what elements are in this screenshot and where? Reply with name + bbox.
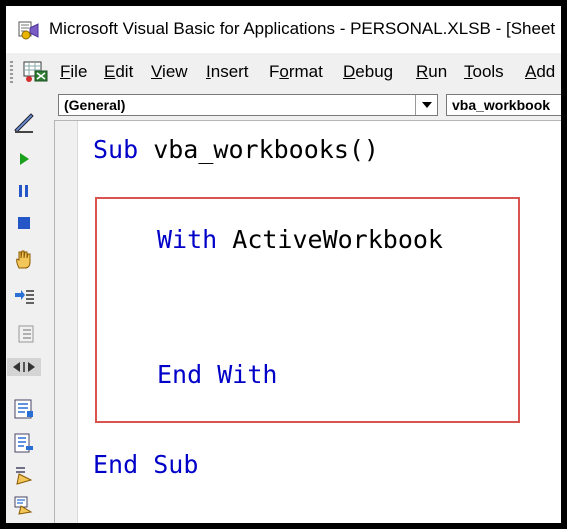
object-dropdown[interactable]: (General) (58, 94, 438, 116)
excel-vba-app-icon (18, 21, 39, 40)
keyword-sub: Sub (93, 135, 139, 164)
procedure-dropdown[interactable]: vba_workbook (446, 94, 561, 116)
code-line-with[interactable]: With ActiveWorkbook (157, 225, 443, 254)
keyword-with: With (217, 360, 278, 389)
menu-addins[interactable]: Add (525, 62, 555, 82)
code-line-end-sub[interactable]: End Sub (93, 450, 198, 479)
parameter-info-icon[interactable] (13, 494, 35, 516)
edit-toolbar (6, 90, 42, 523)
menu-debug[interactable]: Debug (343, 62, 393, 82)
outdent-icon[interactable] (13, 322, 35, 344)
reset-icon[interactable] (13, 212, 35, 234)
list-constants-icon[interactable] (13, 432, 35, 454)
chevron-down-icon (421, 102, 432, 108)
run-icon[interactable] (13, 148, 35, 170)
menu-bar-grip-icon[interactable] (10, 61, 13, 83)
menu-tools[interactable]: Tools (464, 62, 504, 82)
break-icon[interactable] (13, 180, 35, 202)
keyword-with: With (157, 225, 218, 254)
excel-app-icon[interactable] (23, 61, 49, 83)
toggle-icon (13, 362, 35, 372)
vba-editor-window: Microsoft Visual Basic for Applications … (6, 6, 561, 523)
menu-bar: File Edit View Insert Format Debug Run T… (6, 53, 561, 90)
keyword-sub: Sub (153, 450, 199, 479)
margin-indicator-bar[interactable] (55, 121, 78, 523)
code-editor[interactable]: Sub vba_workbooks() With ActiveWorkbook … (54, 120, 561, 523)
object-dropdown-value: (General) (64, 97, 126, 113)
code-line-sub[interactable]: Sub vba_workbooks() (93, 135, 379, 164)
keyword-end: End (157, 360, 203, 389)
with-object: ActiveWorkbook (217, 225, 443, 254)
menu-file[interactable]: File (60, 62, 87, 82)
toolbar-toggle-bar[interactable] (7, 358, 41, 376)
quick-info-icon[interactable] (13, 464, 35, 486)
code-combo-bar: (General) vba_workbook (54, 92, 561, 120)
menu-insert[interactable]: Insert (206, 62, 249, 82)
code-line-end-with[interactable]: End With (157, 360, 277, 389)
object-dropdown-button[interactable] (415, 95, 437, 115)
title-bar: Microsoft Visual Basic for Applications … (6, 6, 561, 53)
menu-view[interactable]: View (151, 62, 188, 82)
keyword-end: End (93, 450, 139, 479)
window-title: Microsoft Visual Basic for Applications … (49, 19, 556, 38)
design-mode-icon[interactable] (13, 112, 35, 134)
menu-format[interactable]: Format (269, 62, 323, 82)
indent-icon[interactable] (13, 286, 35, 308)
menu-run[interactable]: Run (416, 62, 447, 82)
menu-edit[interactable]: Edit (104, 62, 133, 82)
procedure-dropdown-value: vba_workbook (452, 97, 551, 113)
list-properties-icon[interactable] (13, 398, 35, 420)
hand-icon[interactable] (13, 248, 35, 270)
procedure-signature: vba_workbooks() (138, 135, 379, 164)
